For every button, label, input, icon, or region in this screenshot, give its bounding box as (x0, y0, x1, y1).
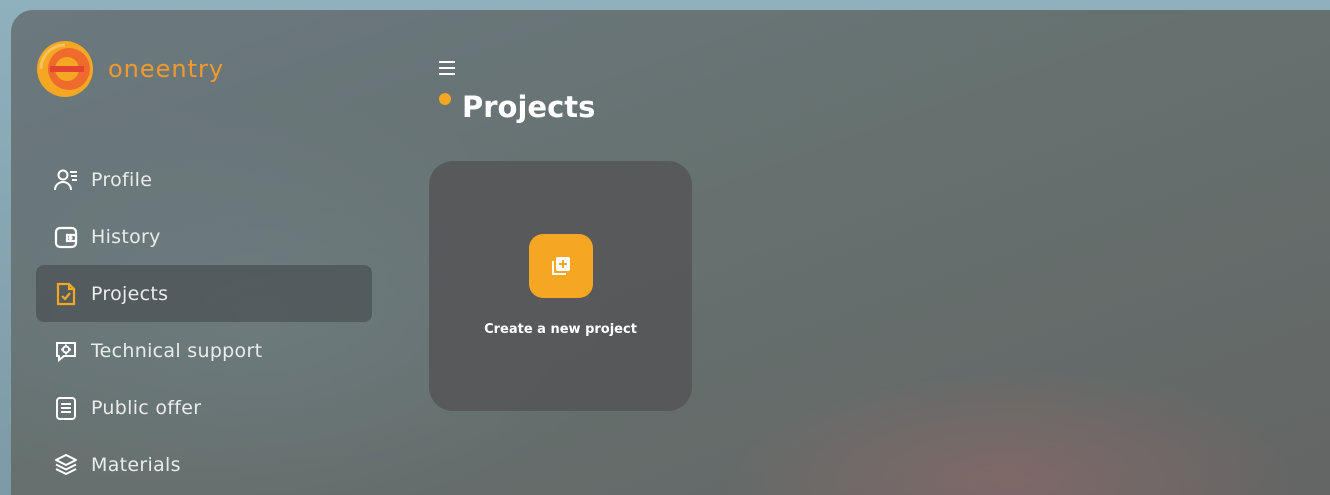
sidebar-item-materials[interactable]: Materials (36, 436, 372, 493)
page-title: Projects (462, 90, 596, 124)
sidebar-item-label: Profile (91, 168, 153, 191)
sidebar-item-label: Technical support (91, 339, 263, 362)
sidebar-item-public-offer[interactable]: Public offer (36, 379, 372, 436)
brand-name: ONEENTRY (108, 55, 225, 83)
sidebar-item-label: Projects (91, 282, 169, 305)
profile-icon (54, 169, 77, 190)
sidebar-item-profile[interactable]: Profile (36, 151, 372, 208)
create-project-card[interactable]: Create a new project (429, 161, 692, 411)
sidebar-item-label: Public offer (91, 396, 202, 419)
oneentry-logo-icon (37, 41, 93, 97)
projects-icon (56, 282, 76, 305)
sidebar-item-label: History (91, 225, 161, 248)
sidebar-nav: Profile History Projects Technical suppo… (36, 151, 372, 493)
hamburger-icon[interactable] (437, 58, 457, 78)
sidebar-item-projects[interactable]: Projects (36, 265, 372, 322)
sidebar-item-label: Materials (91, 453, 181, 476)
sidebar-item-history[interactable]: History (36, 208, 372, 265)
title-accent-dot (439, 93, 451, 105)
app-window: ONEENTRY Profile History (11, 10, 1330, 495)
support-icon (56, 341, 76, 362)
logo[interactable]: ONEENTRY (36, 40, 224, 98)
create-project-button[interactable] (529, 234, 593, 298)
sidebar-item-technical-support[interactable]: Technical support (36, 322, 372, 379)
add-project-icon (552, 257, 570, 275)
create-project-label: Create a new project (484, 322, 637, 337)
document-icon (56, 396, 76, 420)
layers-icon (55, 453, 77, 475)
wallet-icon (54, 226, 78, 248)
